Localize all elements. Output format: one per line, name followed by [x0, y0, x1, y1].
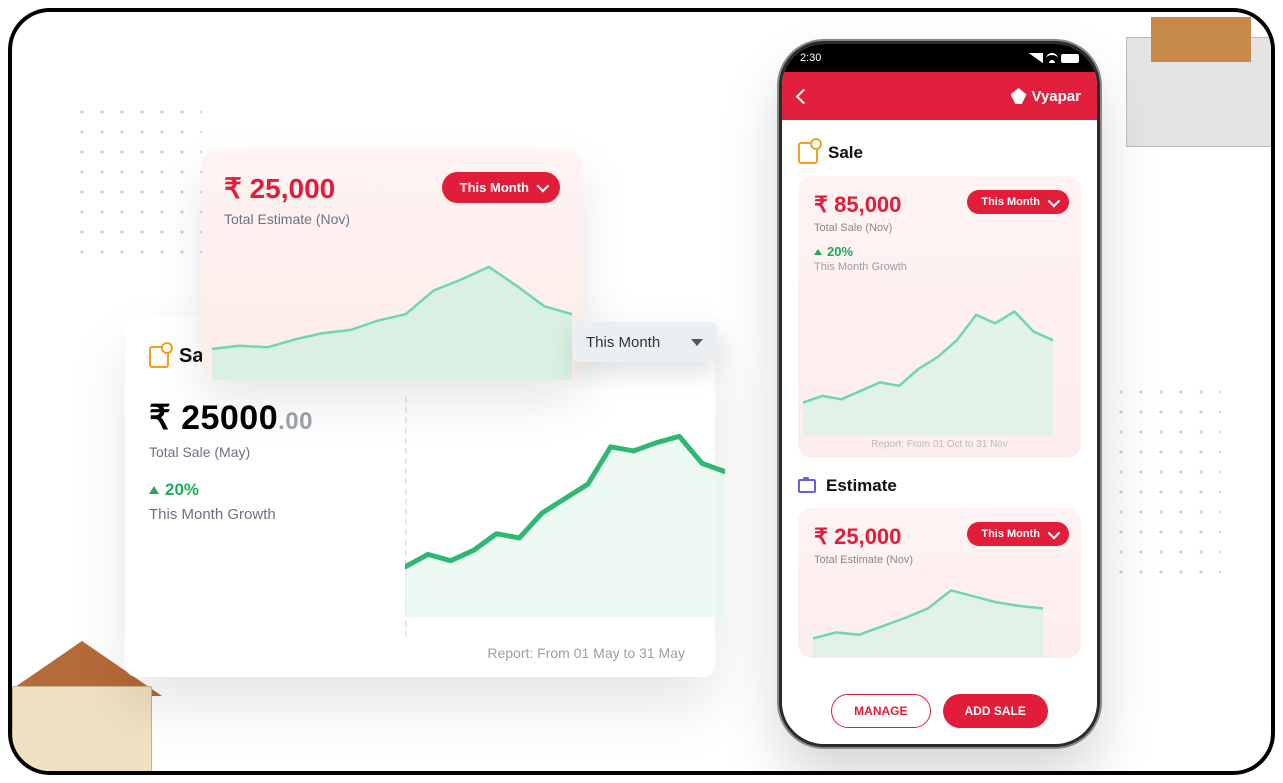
brand-icon	[1011, 88, 1027, 104]
wallet-icon	[798, 479, 816, 493]
growth-label: This Month Growth	[814, 261, 1065, 273]
app-frame: ₹ 25,000 Total Estimate (Nov) This Month…	[8, 8, 1275, 775]
estimate-card: ₹ 25,000 Total Estimate (Nov) This Month	[202, 150, 582, 380]
house-illustration	[1106, 8, 1275, 157]
period-label: This Month	[460, 180, 529, 195]
decor-dots	[1111, 382, 1221, 582]
document-icon	[798, 142, 818, 164]
chevron-down-icon	[1048, 526, 1061, 539]
signal-icon	[1029, 53, 1043, 63]
manage-button[interactable]: MANAGE	[831, 694, 930, 728]
estimate-amount: ₹ 25,000	[224, 172, 350, 205]
sale-chart	[405, 387, 725, 617]
dropdown-label: This Month	[586, 334, 660, 351]
chevron-down-icon	[1048, 194, 1061, 207]
battery-icon	[1061, 54, 1079, 63]
caret-down-icon	[691, 339, 703, 346]
estimate-subtitle: Total Estimate (Nov)	[224, 211, 350, 227]
arrow-up-icon	[814, 249, 822, 255]
period-dropdown[interactable]: This Month	[967, 190, 1069, 214]
phone-mockup: 2:30 Vyapar Sale ₹ 85,000 This Month	[782, 44, 1097, 744]
period-dropdown[interactable]: This Month	[572, 322, 717, 362]
action-bar: MANAGE ADD SALE	[782, 674, 1097, 728]
period-dropdown[interactable]: This Month	[967, 522, 1069, 546]
report-range: Report: From 01 May to 31 May	[487, 645, 685, 661]
arrow-up-icon	[149, 486, 159, 494]
phone-estimate-card[interactable]: ₹ 25,000 This Month Total Estimate (Nov)	[798, 508, 1081, 658]
section-title: Estimate	[826, 476, 897, 496]
status-bar: 2:30	[782, 44, 1097, 72]
document-icon	[149, 346, 169, 368]
chevron-down-icon	[537, 180, 550, 193]
growth-value: 20%	[814, 244, 1065, 259]
back-button[interactable]	[796, 88, 812, 104]
report-range: Report: From 01 Oct to 31 Nov	[798, 439, 1081, 450]
brand-logo: Vyapar	[1011, 88, 1081, 105]
sale-subtitle: Total Sale (Nov)	[814, 222, 1065, 234]
phone-sale-card[interactable]: ₹ 85,000 This Month Total Sale (Nov) 20%…	[798, 176, 1081, 458]
estimate-sparkline	[212, 240, 572, 380]
phone-sale-sparkline	[803, 286, 1053, 436]
estimate-subtitle: Total Estimate (Nov)	[814, 554, 1065, 566]
section-title: Sale	[828, 143, 863, 163]
clock: 2:30	[800, 52, 821, 64]
phone-estimate-sparkline	[813, 578, 1043, 658]
wifi-icon	[1046, 53, 1058, 63]
period-dropdown[interactable]: This Month	[442, 172, 560, 203]
add-sale-button[interactable]: ADD SALE	[943, 694, 1048, 728]
app-header: Vyapar	[782, 72, 1097, 120]
decor-dots	[72, 102, 202, 262]
